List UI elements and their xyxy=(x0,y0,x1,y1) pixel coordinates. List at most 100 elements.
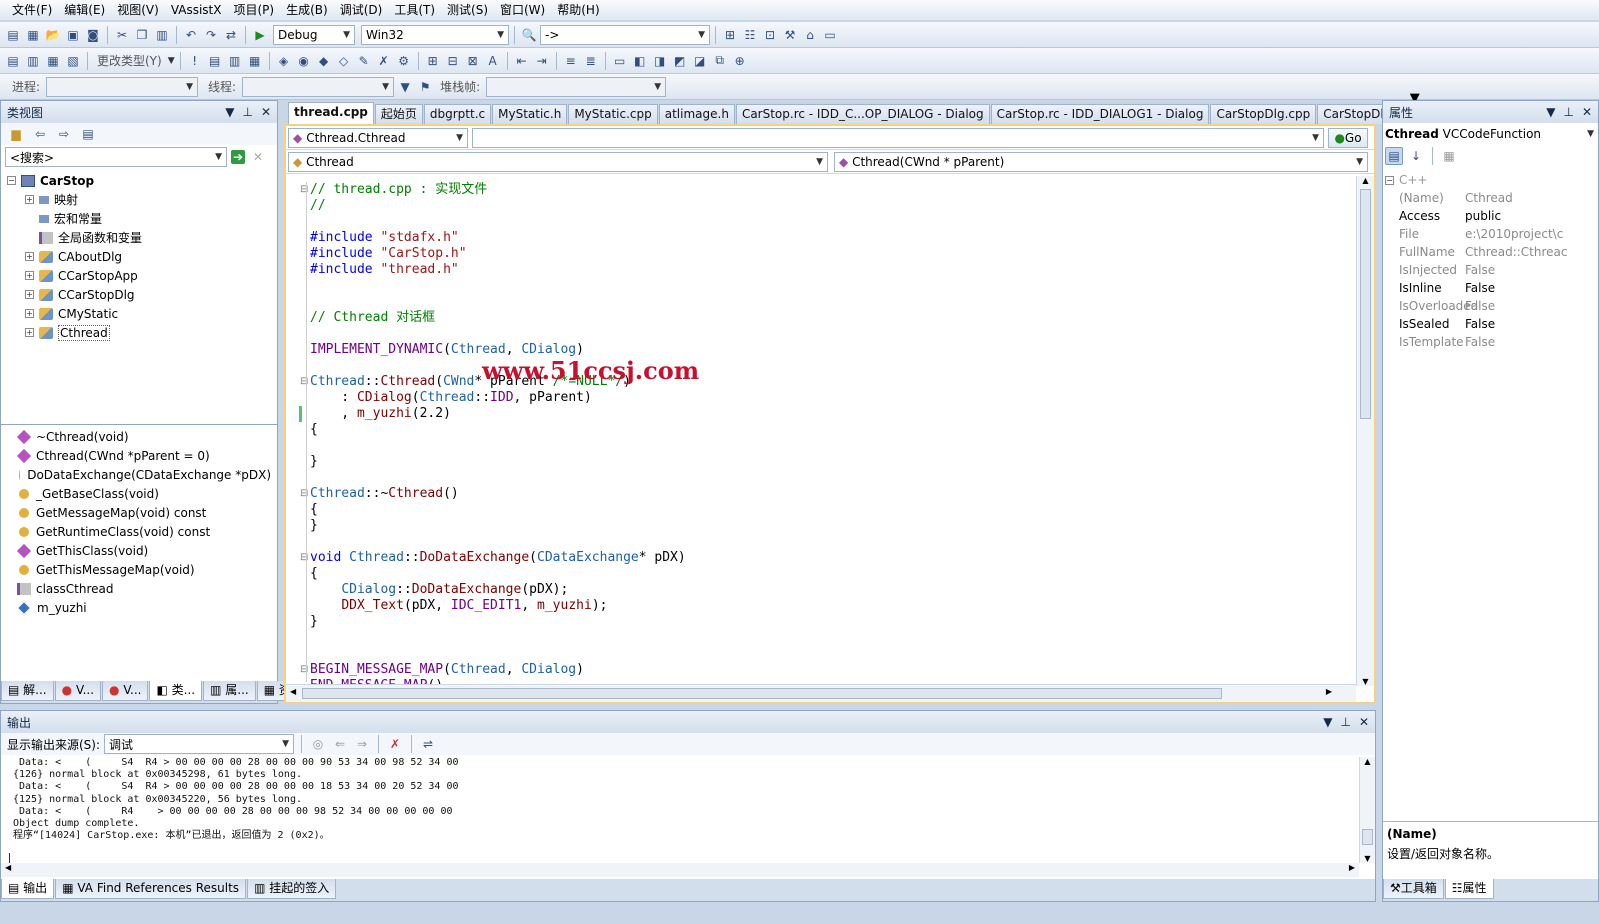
find-message-icon[interactable]: ◎ xyxy=(309,735,327,753)
bookmark-icon-2[interactable]: ◧ xyxy=(631,52,649,70)
toolbar-icon-1[interactable]: ▤ xyxy=(4,52,22,70)
tab-toolbox[interactable]: ⚒工具箱 xyxy=(1383,879,1444,899)
solution-explorer-icon[interactable]: ⊞ xyxy=(721,26,739,44)
va-icon-2[interactable]: ◉ xyxy=(295,52,313,70)
start-page-icon[interactable]: ⌂ xyxy=(801,26,819,44)
process-combo[interactable]: ▼ xyxy=(46,76,199,97)
add-item-icon[interactable]: ▦ xyxy=(24,26,42,44)
navigate-icon[interactable]: ⇄ xyxy=(222,26,240,44)
tab-pending-checkins[interactable]: ▥ 挂起的签入 xyxy=(247,879,337,899)
open-file-icon[interactable]: 📂 xyxy=(44,26,62,44)
member-item[interactable]: GetMessageMap(void) const xyxy=(7,503,271,522)
property-row[interactable]: IsInline False xyxy=(1383,279,1598,297)
toolbar-icon-2[interactable]: ▥ xyxy=(24,52,42,70)
cut-icon[interactable]: ✂ xyxy=(113,26,131,44)
member-item[interactable]: ~Cthread(void) xyxy=(7,427,271,446)
member-item[interactable]: classCthread xyxy=(7,579,271,598)
tree-item-globals[interactable]: 全局函数和变量 xyxy=(7,228,271,247)
editor-tab[interactable]: dbgrptt.c xyxy=(423,104,492,124)
search-input[interactable]: <搜索> ▼ xyxy=(5,147,227,167)
toolbar-icon-10[interactable]: ⊟ xyxy=(444,52,462,70)
pin-icon[interactable]: ⊥ xyxy=(1340,715,1350,729)
tree-item-maps[interactable]: + 映射 xyxy=(7,190,271,209)
member-item[interactable]: GetThisMessageMap(void) xyxy=(7,560,271,579)
tree-item-macros[interactable]: 宏和常量 xyxy=(7,209,271,228)
tree-item-ccarstopdlg[interactable]: + CCarStopDlg xyxy=(7,285,271,304)
editor-tab[interactable]: MyStatic.h xyxy=(492,104,568,124)
bookmark-icon-7[interactable]: ⊕ xyxy=(731,52,749,70)
toolbar-icon-9[interactable]: ⊞ xyxy=(424,52,442,70)
output-text[interactable]: Data: < ( S4 R4 > 00 00 00 00 28 00 00 0… xyxy=(13,757,459,842)
property-pages-icon[interactable]: ▦ xyxy=(1440,147,1458,165)
property-row[interactable]: IsSealed False xyxy=(1383,315,1598,333)
uncomment-icon[interactable]: ≣ xyxy=(582,52,600,70)
editor-tab[interactable]: thread.cpp xyxy=(288,102,374,124)
redo-icon[interactable]: ↷ xyxy=(202,26,220,44)
symbol-combo[interactable]: ◆ Cthread.Cthread ▼ xyxy=(288,127,468,148)
menu-item-3[interactable]: VAssistX xyxy=(165,0,228,20)
change-type-button[interactable]: 更改类型(Y) xyxy=(93,52,166,69)
tab-va-outline[interactable]: ● V... xyxy=(54,681,102,701)
indent-icon[interactable]: ⇤ xyxy=(513,52,531,70)
bookmark-icon-6[interactable]: ⧉ xyxy=(711,52,729,70)
thread-combo[interactable]: ▼ xyxy=(242,76,395,97)
find-combo[interactable]: -> ▼ xyxy=(540,24,710,45)
save-all-icon[interactable]: ◙ xyxy=(84,26,102,44)
close-icon[interactable]: ✕ xyxy=(1359,715,1369,729)
menu-item-5[interactable]: 生成(B) xyxy=(280,0,334,20)
editor-tab[interactable]: MyStatic.cpp xyxy=(568,104,658,124)
menu-item-0[interactable]: 文件(F) xyxy=(6,0,58,20)
toolbar-icon-4[interactable]: ▧ xyxy=(64,52,82,70)
tab-class-view[interactable]: ◧ 类... xyxy=(149,681,203,701)
menu-item-2[interactable]: 视图(V) xyxy=(111,0,165,20)
menu-item-8[interactable]: 测试(S) xyxy=(441,0,494,20)
property-row[interactable]: Access public xyxy=(1383,207,1598,225)
undo-icon[interactable]: ↶ xyxy=(182,26,200,44)
va-icon-5[interactable]: ✎ xyxy=(355,52,373,70)
property-row[interactable]: File e:\2010project\c xyxy=(1383,225,1598,243)
search-go-icon[interactable]: ➔ xyxy=(231,150,245,164)
config-combo[interactable]: Debug ▼ xyxy=(273,24,355,45)
tree-root[interactable]: − CarStop xyxy=(7,171,271,190)
alphabetical-icon[interactable]: ↓ xyxy=(1407,147,1425,165)
member-item[interactable]: DoDataExchange(CDataExchange *pDX) xyxy=(7,465,271,484)
tree-item-caboutdlg[interactable]: + CAboutDlg xyxy=(7,247,271,266)
toolbar-icon-11[interactable]: ⊠ xyxy=(464,52,482,70)
va-icon-1[interactable]: ◈ xyxy=(275,52,293,70)
member-item[interactable]: m_yuzhi xyxy=(7,598,271,617)
bookmark-icon-3[interactable]: ◨ xyxy=(651,52,669,70)
property-row[interactable]: IsOverloaded False xyxy=(1383,297,1598,315)
properties-window-icon[interactable]: ☷ xyxy=(741,26,759,44)
member-item[interactable]: GetRuntimeClass(void) const xyxy=(7,522,271,541)
member-item[interactable]: _GetBaseClass(void) xyxy=(7,484,271,503)
new-project-icon[interactable]: ▤ xyxy=(4,26,22,44)
menu-item-1[interactable]: 编辑(E) xyxy=(58,0,111,20)
prev-message-icon[interactable]: ⇐ xyxy=(331,735,349,753)
go-button[interactable]: ● Go xyxy=(1328,127,1368,148)
tab-output[interactable]: ▤ 输出 xyxy=(1,879,55,899)
dropdown-icon[interactable]: ▼ xyxy=(225,105,234,119)
toolbox-icon[interactable]: ⚒ xyxy=(781,26,799,44)
va-icon-6[interactable]: ✗ xyxy=(375,52,393,70)
toolbar-icon-8[interactable]: ▦ xyxy=(246,52,264,70)
editor-tab[interactable]: CarStop.rc - IDD_C...OP_DIALOG - Dialog xyxy=(735,104,990,124)
dropdown-icon[interactable]: ▼ xyxy=(1323,715,1332,729)
forward-icon[interactable]: ⇨ xyxy=(55,125,73,143)
va-icon-7[interactable]: ⚙ xyxy=(395,52,413,70)
location-combo[interactable]: ▼ xyxy=(472,127,1324,148)
toolbar-icon-7[interactable]: ▥ xyxy=(226,52,244,70)
comment-icon[interactable]: ≡ xyxy=(562,52,580,70)
toolbar-icon-6[interactable]: ▤ xyxy=(206,52,224,70)
copy-icon[interactable]: ❐ xyxy=(133,26,151,44)
dropdown-icon[interactable]: ▼ xyxy=(1546,105,1555,119)
categorized-icon[interactable]: ▤ xyxy=(1385,147,1403,165)
menu-item-4[interactable]: 项目(P) xyxy=(227,0,280,20)
editor-vertical-scrollbar[interactable]: ▲ ▼ xyxy=(1356,176,1374,686)
menu-item-9[interactable]: 窗口(W) xyxy=(494,0,551,20)
code-view[interactable]: ⊟ ⊟ ⊟ ⊟ ⊟ // thread.cpp : 实现文件 // #include "… xyxy=(286,176,1354,686)
editor-tab[interactable]: atlimage.h xyxy=(658,104,735,124)
toolbar-icon-5[interactable]: ! xyxy=(186,52,204,70)
menu-item-6[interactable]: 调试(D) xyxy=(334,0,389,20)
pin-icon[interactable]: ⊥ xyxy=(242,105,252,119)
property-row[interactable]: IsTemplate False xyxy=(1383,333,1598,351)
